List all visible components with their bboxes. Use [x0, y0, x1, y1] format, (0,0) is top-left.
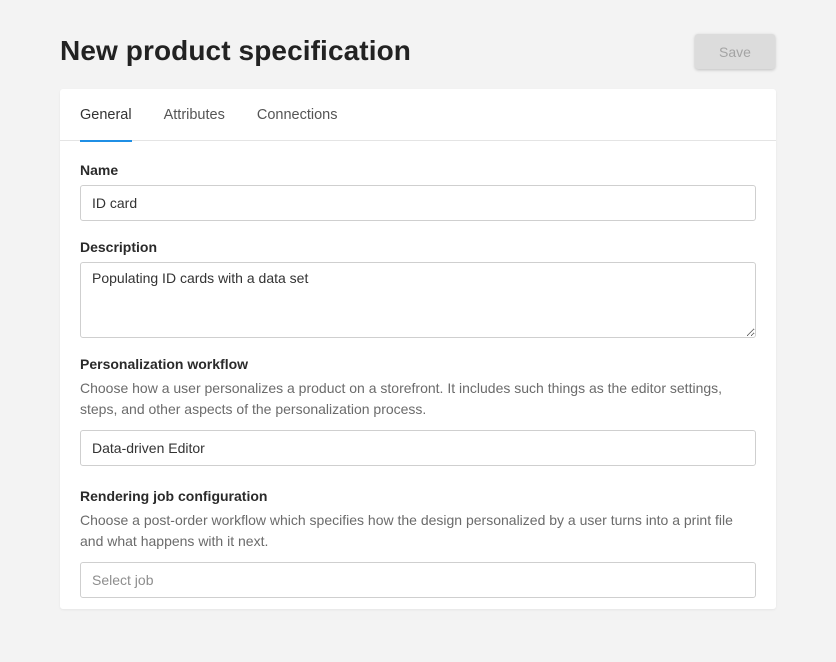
tab-bar: General Attributes Connections: [60, 89, 776, 142]
rendering-job-field-group: Rendering job configuration Choose a pos…: [80, 487, 756, 598]
personalization-workflow-label: Personalization workflow: [80, 356, 249, 372]
personalization-workflow-input[interactable]: [80, 430, 756, 466]
tab-attributes[interactable]: Attributes: [164, 89, 225, 141]
personalization-workflow-help: Choose how a user personalizes a product…: [80, 380, 723, 417]
page-title: New product specification: [60, 35, 411, 66]
rendering-job-help: Choose a post-order workflow which speci…: [80, 512, 733, 549]
general-form: Name Description Populating ID cards wit…: [60, 141, 776, 598]
description-field-group: Description Populating ID cards with a d…: [80, 238, 756, 338]
name-field-group: Name: [80, 161, 756, 221]
rendering-job-label: Rendering job configuration: [80, 488, 268, 504]
rendering-job-select[interactable]: [80, 562, 756, 598]
tab-connections[interactable]: Connections: [257, 89, 338, 141]
form-card: General Attributes Connections Name Desc…: [60, 89, 776, 609]
save-button[interactable]: Save: [695, 34, 775, 69]
description-textarea[interactable]: Populating ID cards with a data set: [80, 262, 756, 338]
page: New product specification Save General A…: [0, 0, 836, 662]
description-label: Description: [80, 239, 158, 255]
tab-general[interactable]: General: [80, 89, 132, 142]
name-label: Name: [80, 162, 119, 178]
personalization-workflow-field-group: Personalization workflow Choose how a us…: [80, 355, 756, 466]
name-input[interactable]: [80, 185, 756, 221]
